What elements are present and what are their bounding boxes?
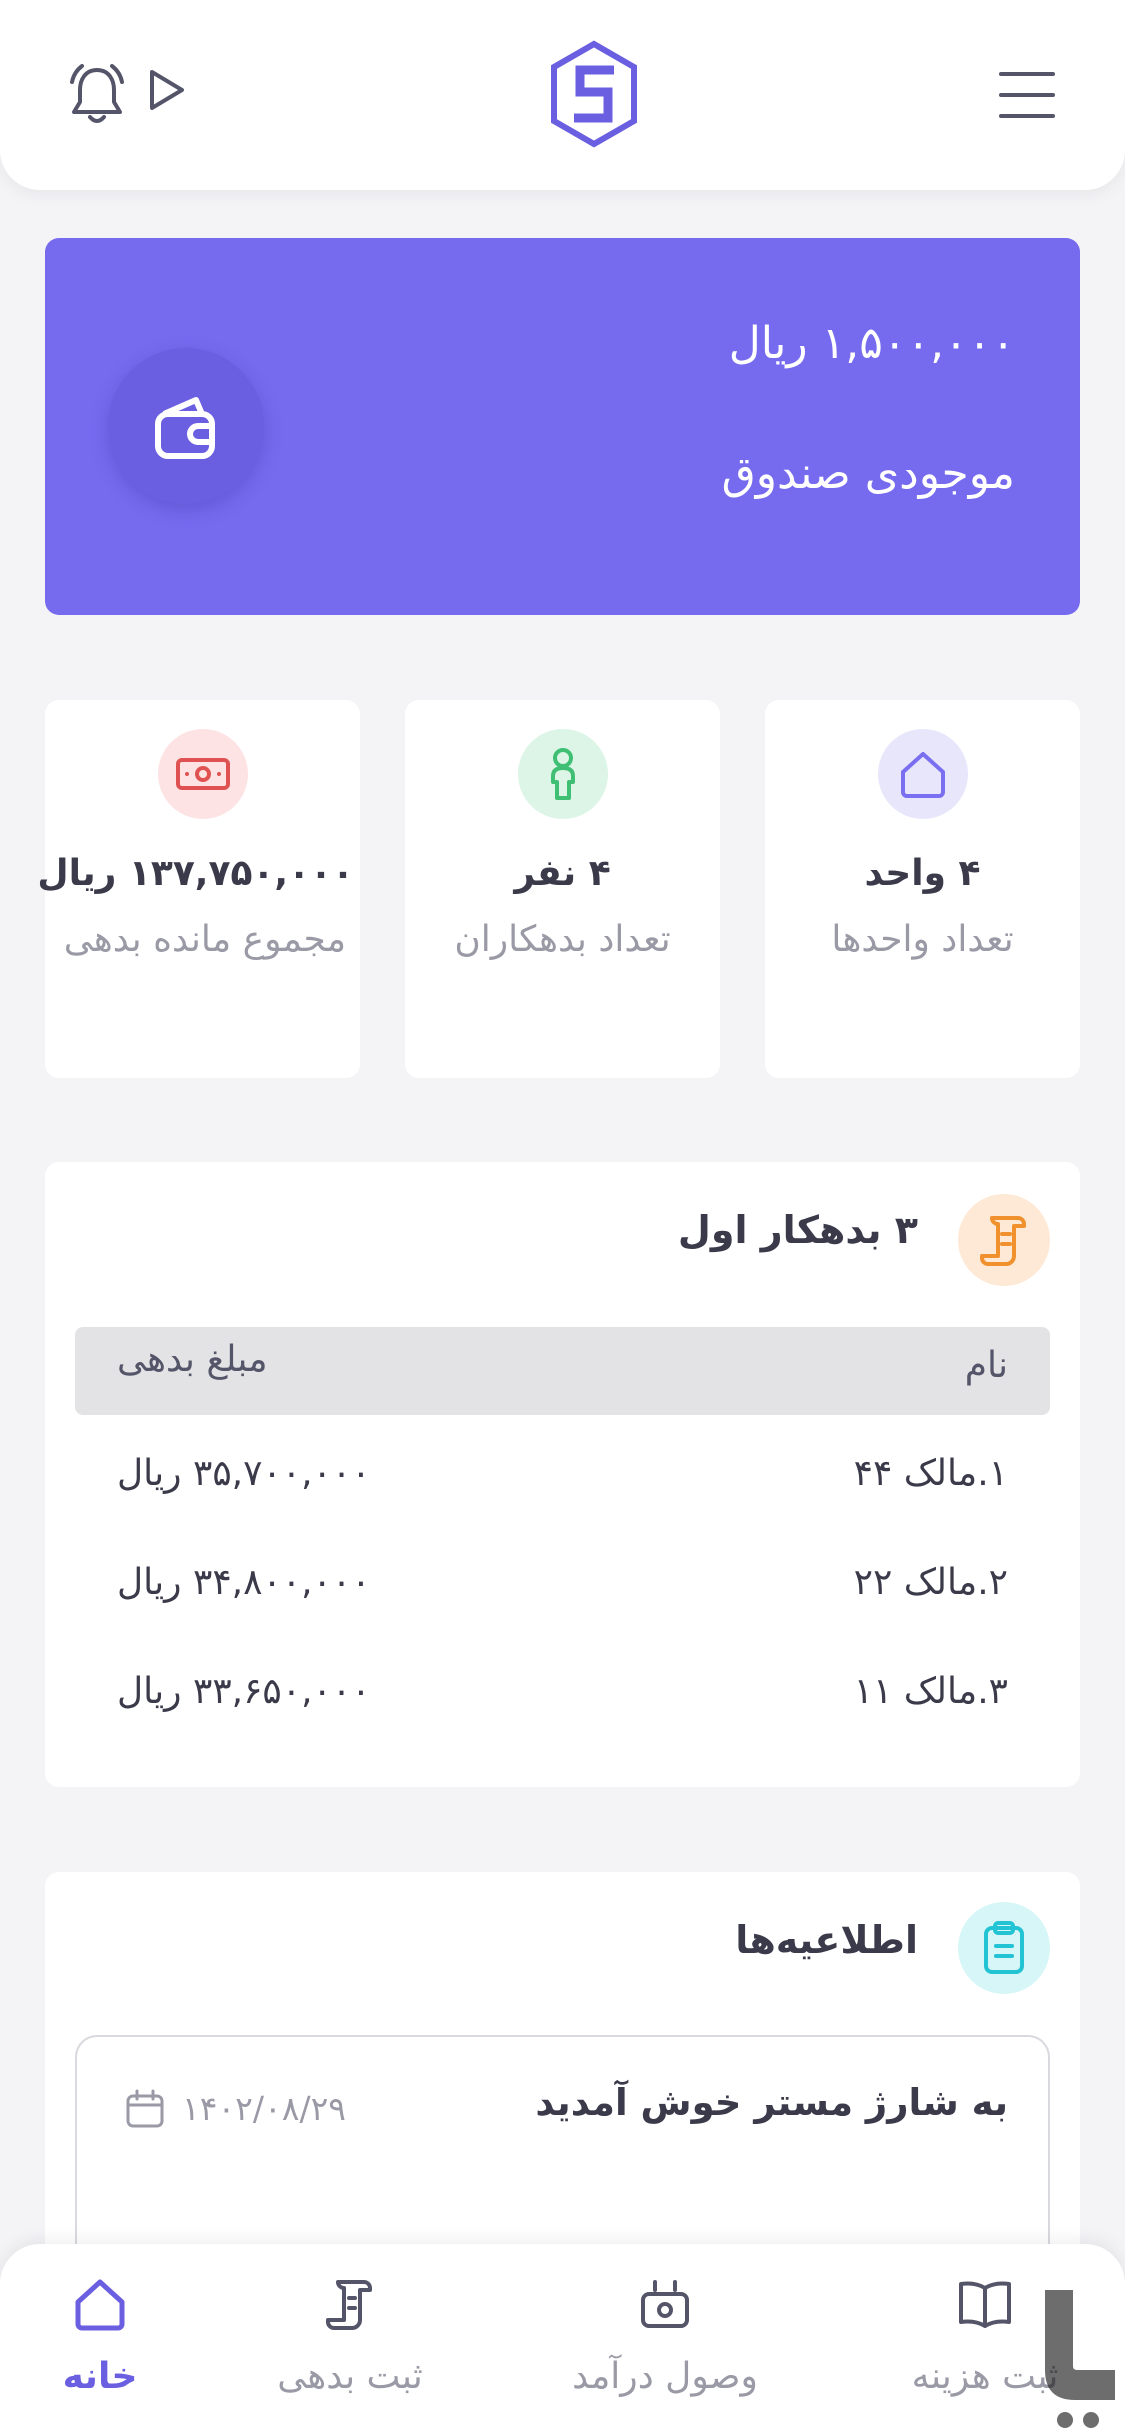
- stat-caption: تعداد واحدها: [831, 919, 1014, 960]
- hamburger-menu-icon[interactable]: [999, 70, 1055, 120]
- fund-balance-card: ۱,۵۰۰,۰۰۰ ریال موجودی صندوق: [45, 238, 1080, 615]
- nav-label: ثبت بدهی: [277, 2356, 423, 2397]
- debtor-name: ۲.مالک ۲۲: [853, 1562, 1008, 1603]
- cash-icon: [157, 729, 248, 819]
- table-row[interactable]: ۲.مالک ۲۲ ۳۴,۸۰۰,۰۰۰ ریال: [75, 1562, 1050, 1622]
- debtor-name: ۳.مالک ۱۱: [853, 1671, 1008, 1712]
- stat-card-debtors[interactable]: ۴ نفر تعداد بدهکاران: [405, 700, 720, 1078]
- person-icon: [517, 729, 608, 819]
- stat-card-units[interactable]: ۴ واحد تعداد واحدها: [765, 700, 1080, 1078]
- table-row[interactable]: ۳.مالک ۱۱ ۳۳,۶۵۰,۰۰۰ ریال: [75, 1671, 1050, 1731]
- notices-title: اطلاعیه‌ها: [735, 1918, 918, 1962]
- table-header: نام مبلغ بدهی: [75, 1327, 1050, 1415]
- bell-icon[interactable]: [68, 62, 126, 126]
- wallet-icon: [108, 348, 264, 504]
- calendar-icon: [126, 2089, 164, 2128]
- stat-caption: مجموع مانده بدهی: [63, 919, 346, 960]
- nav-register-debt[interactable]: ثبت بدهی: [255, 2274, 445, 2424]
- stat-value: ۴ نفر: [514, 853, 611, 894]
- debtor-amount: ۳۴,۸۰۰,۰۰۰ ریال: [117, 1562, 371, 1603]
- stat-value: ۴ واحد: [864, 853, 981, 894]
- balance-amount: ۱,۵۰۰,۰۰۰ ریال: [728, 318, 1015, 369]
- stat-card-total-debt[interactable]: ۱۳۷,۷۵۰,۰۰۰ ریال مجموع مانده بدهی: [37, 700, 360, 1078]
- debtor-amount: ۳۵,۷۰۰,۰۰۰ ریال: [117, 1453, 371, 1494]
- receipt-scroll-icon: [326, 2280, 372, 2330]
- column-header-name: نام: [964, 1345, 1008, 1386]
- notice-title: به شارژ مستر خوش آمدید: [535, 2081, 1008, 2124]
- nav-home[interactable]: خانه: [40, 2274, 160, 2424]
- column-header-amount: مبلغ بدهی: [117, 1339, 268, 1380]
- s-hexagon-logo: [551, 40, 637, 148]
- top-debtors-title: ۳ بدهکار اول: [677, 1208, 918, 1252]
- notice-date: ۱۴۰۲/۰۸/۲۹: [182, 2089, 347, 2128]
- clipboard-icon: [958, 1902, 1050, 1994]
- bottom-navigation: خانه ثبت بدهی وصول درآمد ثبت هزینه: [0, 2244, 1125, 2436]
- notices-card: اطلاعیه‌ها به شارژ مستر خوش آمدید ۱۴۰۲/۰…: [45, 1872, 1080, 2295]
- table-row[interactable]: ۱.مالک ۴۴ ۳۵,۷۰۰,۰۰۰ ریال: [75, 1453, 1050, 1513]
- stat-value: ۱۳۷,۷۵۰,۰۰۰ ریال: [37, 853, 354, 894]
- nav-label: وصول درآمد: [572, 2356, 758, 2397]
- play-icon[interactable]: [146, 68, 186, 112]
- top-debtors-card: ۳ بدهکار اول نام مبلغ بدهی ۱.مالک ۴۴ ۳۵,…: [45, 1162, 1080, 1787]
- nav-label: خانه: [62, 2356, 138, 2397]
- store-watermark-icon: [1045, 2290, 1115, 2428]
- top-app-bar: [0, 0, 1125, 190]
- nav-collect-income[interactable]: وصول درآمد: [555, 2274, 775, 2424]
- stat-caption: تعداد بدهکاران: [454, 919, 671, 960]
- debtor-amount: ۳۳,۶۵۰,۰۰۰ ریال: [117, 1671, 371, 1712]
- balance-label: موجودی صندوق: [721, 448, 1015, 499]
- cash-register-icon: [641, 2280, 689, 2328]
- debtor-name: ۱.مالک ۴۴: [853, 1453, 1008, 1494]
- receipt-scroll-icon: [958, 1194, 1050, 1286]
- home-icon: [75, 2279, 125, 2331]
- home-icon: [877, 729, 968, 819]
